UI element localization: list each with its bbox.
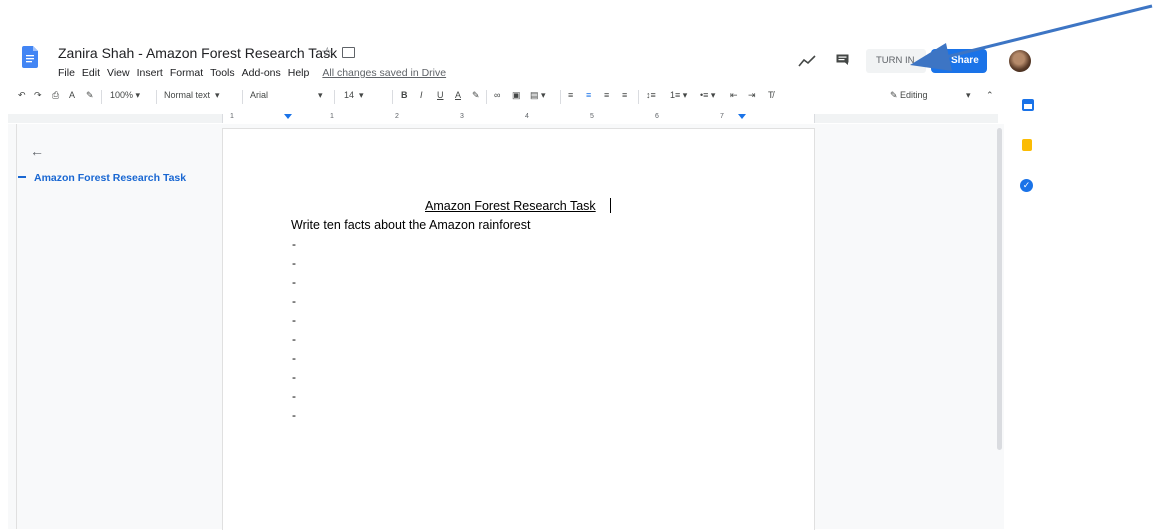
menu-add-ons[interactable]: Add-ons — [242, 67, 281, 79]
scrollbar-thumb[interactable] — [997, 128, 1002, 450]
undo-icon[interactable]: ↶ — [18, 90, 26, 101]
list-item[interactable]: - — [292, 332, 296, 346]
mode-chevron-down-icon[interactable]: ▾ — [966, 90, 971, 101]
align-center-icon[interactable]: ≡ — [586, 90, 591, 100]
text-cursor — [610, 198, 611, 213]
bold-icon[interactable]: B — [401, 90, 408, 100]
activity-trend-icon[interactable] — [798, 55, 816, 67]
ruler-number: 2 — [395, 113, 399, 120]
menu-view[interactable]: View — [107, 67, 130, 79]
list-item[interactable]: - — [292, 294, 296, 308]
calendar-icon[interactable] — [1022, 99, 1034, 111]
justify-icon[interactable]: ≡ — [622, 90, 627, 100]
highlight-icon[interactable]: ✎ — [472, 90, 480, 101]
ruler-page-area — [222, 114, 815, 123]
zoom-value: 100% — [110, 90, 134, 100]
style-select[interactable]: Normal text ▾ — [164, 90, 220, 101]
collapse-menus-chevron-up-icon[interactable]: ⌃ — [986, 90, 994, 101]
list-item[interactable]: - — [292, 313, 296, 327]
tasks-icon[interactable]: ✓ — [1020, 179, 1033, 192]
vertical-ruler[interactable] — [8, 124, 17, 529]
list-item[interactable]: - — [292, 275, 296, 289]
annotation-arrow-icon — [910, 4, 1153, 71]
list-item[interactable]: - — [292, 370, 296, 384]
move-folder-icon[interactable] — [342, 47, 355, 58]
underline-icon[interactable]: U — [437, 90, 444, 100]
document-page[interactable] — [222, 128, 815, 530]
ruler-number: 1 — [230, 113, 234, 120]
redo-icon[interactable]: ↷ — [34, 90, 42, 101]
font-size-value: 14 — [344, 90, 355, 100]
outline-item[interactable]: Amazon Forest Research Task — [34, 172, 186, 184]
align-left-icon[interactable]: ≡ — [568, 90, 573, 100]
align-right-icon[interactable]: ≡ — [604, 90, 609, 100]
editing-mode-value: Editing — [900, 90, 928, 100]
menu-bar: File Edit View Insert Format Tools Add-o… — [58, 67, 446, 79]
menu-format[interactable]: Format — [170, 67, 203, 79]
insert-image-icon[interactable]: ▤ ▾ — [530, 90, 546, 101]
font-size-select[interactable]: 14 ▾ — [344, 90, 364, 101]
ruler-number: 4 — [525, 113, 529, 120]
menu-file[interactable]: File — [58, 67, 75, 79]
clear-formatting-icon[interactable]: T̸ — [768, 90, 774, 100]
outline-dash-icon — [18, 176, 26, 178]
list-item[interactable]: - — [292, 389, 296, 403]
ruler-number: 7 — [720, 113, 724, 120]
menu-edit[interactable]: Edit — [82, 67, 100, 79]
increase-indent-icon[interactable]: ⇥ — [748, 90, 756, 101]
bulleted-list-icon[interactable]: •≡ ▾ — [700, 90, 715, 101]
style-value: Normal text — [164, 90, 211, 100]
spellcheck-icon[interactable]: A — [69, 90, 75, 100]
menu-insert[interactable]: Insert — [137, 67, 163, 79]
keep-icon[interactable] — [1022, 139, 1032, 151]
list-item[interactable]: - — [292, 408, 296, 422]
document-title[interactable]: Zanira Shah - Amazon Forest Research Tas… — [58, 45, 337, 61]
ruler-number: 1 — [330, 113, 334, 120]
print-icon[interactable]: ⎙ — [52, 90, 59, 101]
right-indent-marker-icon[interactable] — [738, 114, 746, 119]
menu-help[interactable]: Help — [288, 67, 310, 79]
close-outline-arrow-icon[interactable]: ← — [30, 143, 44, 159]
insert-comment-icon[interactable]: ▣ — [512, 90, 521, 101]
document-heading[interactable]: Amazon Forest Research Task — [425, 199, 596, 213]
line-spacing-icon[interactable]: ↕≡ — [646, 90, 656, 100]
font-chevron-down-icon[interactable]: ▾ — [318, 90, 323, 101]
menu-tools[interactable]: Tools — [210, 67, 235, 79]
font-select[interactable]: Arial — [250, 90, 268, 100]
numbered-list-icon[interactable]: 1≡ ▾ — [670, 90, 687, 101]
list-item[interactable]: - — [292, 351, 296, 365]
document-intro-line[interactable]: Write ten facts about the Amazon rainfor… — [291, 218, 530, 232]
italic-icon[interactable]: I — [420, 90, 423, 100]
font-value: Arial — [250, 90, 269, 100]
editing-mode-select[interactable]: ✎ Editing — [890, 90, 928, 101]
text-color-icon[interactable]: A — [455, 90, 461, 100]
zoom-select[interactable]: 100% ▾ — [110, 90, 140, 101]
star-icon[interactable]: ☆ — [321, 44, 334, 61]
list-item[interactable]: - — [292, 237, 296, 251]
link-icon[interactable]: ∞ — [494, 90, 500, 100]
paint-format-icon[interactable]: ✎ — [86, 90, 94, 101]
ruler-number: 6 — [655, 113, 659, 120]
decrease-indent-icon[interactable]: ⇤ — [730, 90, 738, 101]
ruler-number: 3 — [460, 113, 464, 120]
list-item[interactable]: - — [292, 256, 296, 270]
save-status[interactable]: All changes saved in Drive — [322, 67, 446, 79]
comment-icon[interactable] — [836, 54, 849, 65]
docs-logo-icon[interactable] — [22, 46, 38, 68]
ruler-number: 5 — [590, 113, 594, 120]
left-indent-marker-icon[interactable] — [284, 114, 292, 119]
